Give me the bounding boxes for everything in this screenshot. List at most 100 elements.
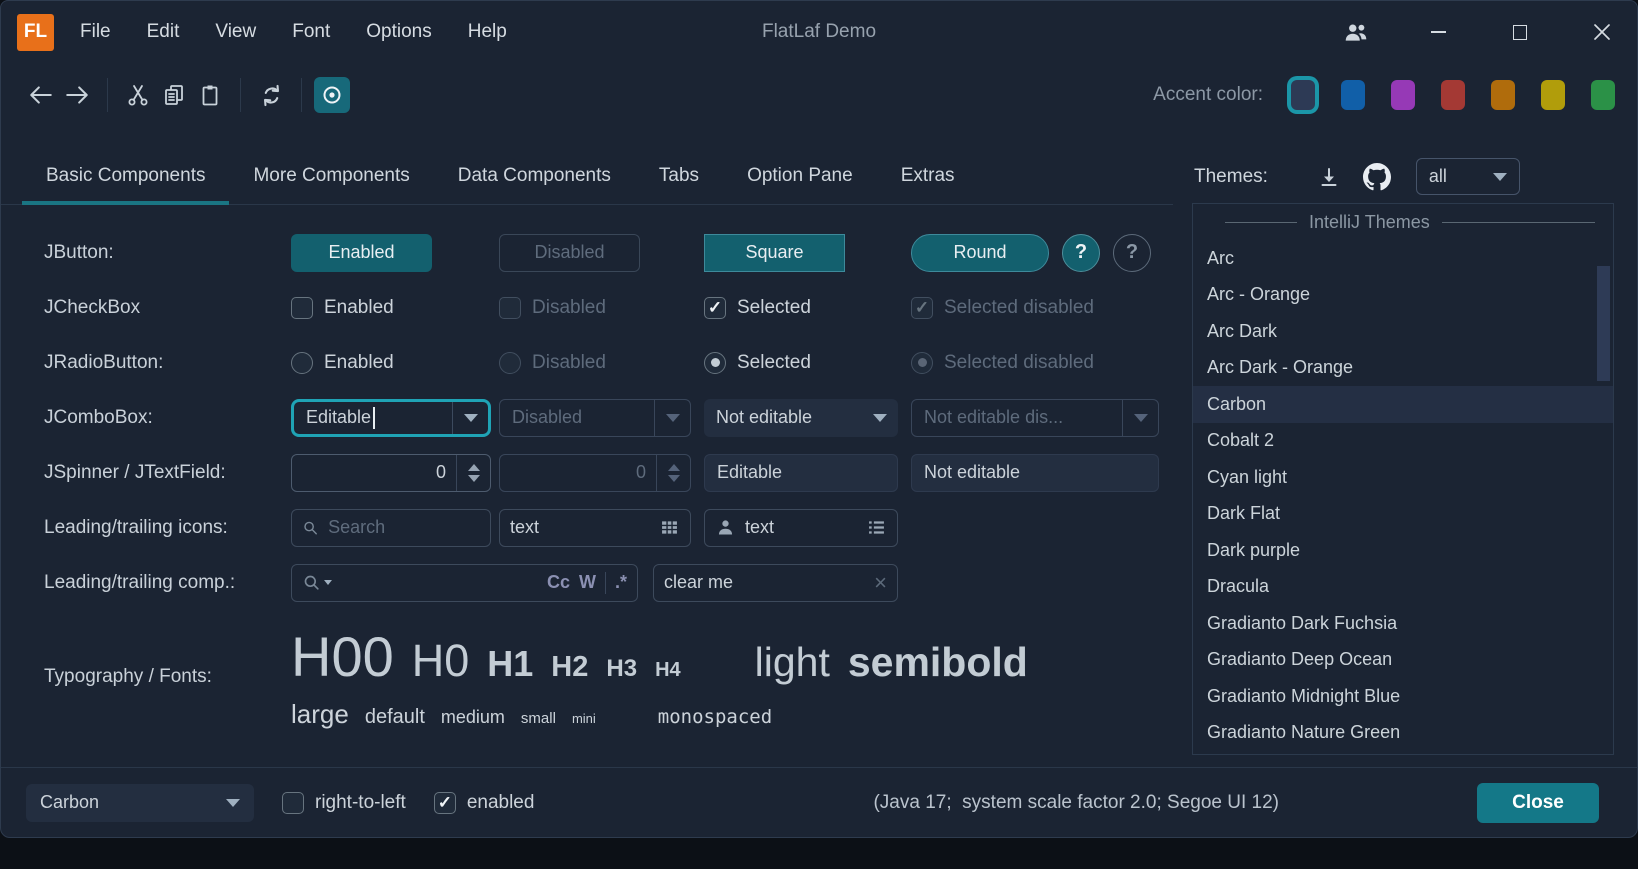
refresh-icon[interactable] [253,77,289,113]
spinner[interactable]: 0 [291,454,491,492]
tab-data-components[interactable]: Data Components [434,150,635,204]
tab-option-pane[interactable]: Option Pane [723,150,877,204]
radio-label: Disabled [532,352,606,374]
row-label: JButton: [44,242,291,264]
menu-file[interactable]: File [80,21,111,43]
accent-swatch-yellow[interactable] [1541,80,1565,110]
close-button[interactable]: Close [1477,783,1599,823]
menu-view[interactable]: View [215,21,256,43]
theme-item[interactable]: Gradianto Deep Ocean [1193,642,1613,679]
theme-item[interactable]: Dark Flat [1193,496,1613,533]
textfield-value: clear me [664,572,865,593]
text-field-person[interactable]: text [704,509,898,547]
search-with-options-field[interactable]: Cc W .* [291,564,638,602]
github-icon[interactable] [1362,162,1392,192]
not-editable-combobox[interactable]: Not editable [704,399,898,437]
search-dropdown-icon[interactable] [302,573,332,593]
theme-item[interactable]: Cyan light [1193,459,1613,496]
theme-item[interactable]: Dracula [1193,569,1613,606]
enabled-button[interactable]: Enabled [291,234,432,272]
maximize-button[interactable] [1507,19,1533,45]
h2-sample: H2 [551,651,588,684]
theme-item[interactable]: Cobalt 2 [1193,423,1613,460]
text-field-table[interactable]: text [499,509,691,547]
combo-arrow-button[interactable] [452,402,488,434]
radio-selected[interactable]: Selected [704,352,911,374]
regex-button[interactable]: .* [615,572,627,593]
close-window-button[interactable] [1589,19,1615,45]
checkbox-label: Selected [737,297,811,319]
accent-swatch-green[interactable] [1591,80,1615,110]
accent-swatch-red[interactable] [1441,80,1465,110]
enabled-checkbox[interactable]: ✓ enabled [434,792,535,814]
tab-tabs[interactable]: Tabs [635,150,723,204]
accent-swatch-purple[interactable] [1391,80,1415,110]
clearable-field[interactable]: clear me × [653,564,898,602]
theme-item-selected[interactable]: Carbon [1193,386,1613,423]
theme-selector-combo[interactable]: Carbon [26,784,254,822]
theme-item[interactable]: Arc Dark [1193,313,1613,350]
chevron-down-icon [1134,414,1148,422]
row-label: Leading/trailing icons: [44,517,291,539]
spinner-value: 0 [292,462,456,483]
spinner-stepper[interactable] [456,455,490,491]
users-icon[interactable] [1343,19,1369,45]
menu-font[interactable]: Font [292,21,330,43]
clear-icon[interactable]: × [874,572,887,594]
rtl-checkbox[interactable]: right-to-left [282,792,406,814]
theme-item[interactable]: Gradianto Dark Fuchsia [1193,605,1613,642]
accent-swatch-blue[interactable] [1341,80,1365,110]
tab-bar: Basic Components More Components Data Co… [1,127,1637,205]
chevron-up-icon [468,464,480,471]
themes-filter-combo[interactable]: all [1416,158,1520,195]
accent-swatch-orange[interactable] [1491,80,1515,110]
square-button[interactable]: Square [704,234,845,272]
help-button[interactable]: ? [1113,234,1151,272]
text-caret [373,407,375,429]
tab-extras[interactable]: Extras [877,150,979,204]
minimize-button[interactable] [1425,19,1451,45]
checkbox-enabled[interactable]: Enabled [291,297,499,319]
chevron-down-icon [668,475,680,482]
round-button[interactable]: Round [911,234,1049,272]
not-editable-disabled-combobox: Not editable dis... [911,399,1159,437]
menu-options[interactable]: Options [366,21,431,43]
row-label: Typography / Fonts: [44,666,291,688]
themes-header: Themes: all [1173,158,1637,205]
search-input[interactable] [328,517,480,538]
list-icon[interactable] [866,517,887,538]
menu-edit[interactable]: Edit [147,21,180,43]
theme-item[interactable]: Arc Dark - Orange [1193,350,1613,387]
title-bar: FL File Edit View Font Options Help Flat… [1,1,1637,63]
tab-more-components[interactable]: More Components [229,150,433,204]
theme-item[interactable]: Arc [1193,240,1613,277]
accent-swatch-default[interactable] [1291,80,1315,110]
tab-basic-components[interactable]: Basic Components [22,150,229,204]
copy-icon[interactable] [156,77,192,113]
help-button-primary[interactable]: ? [1062,234,1100,272]
download-icon[interactable] [1314,162,1344,192]
radio-disabled: Disabled [499,352,704,374]
radio-enabled[interactable]: Enabled [291,352,499,374]
theme-item[interactable]: Arc - Orange [1193,277,1613,314]
checkbox-selected[interactable]: ✓ Selected [704,297,911,319]
show-hover-toggle[interactable] [314,77,350,113]
theme-item[interactable]: Dark purple [1193,532,1613,569]
paste-icon[interactable] [192,77,228,113]
scrollbar-thumb[interactable] [1597,266,1610,381]
combo-arrow-button[interactable] [862,399,898,437]
theme-item[interactable]: Gradianto Midnight Blue [1193,678,1613,715]
search-field[interactable] [291,509,491,547]
whole-word-button[interactable]: W [579,572,596,593]
editable-textfield[interactable]: Editable [704,454,898,492]
editable-combobox[interactable]: Editable [291,399,491,437]
medium-sample: medium [441,707,505,728]
forward-button[interactable] [59,77,95,113]
textfield-value: text [510,517,650,538]
back-button[interactable] [23,77,59,113]
theme-item[interactable]: Gradianto Nature Green [1193,715,1613,752]
table-icon[interactable] [659,517,680,538]
match-case-button[interactable]: Cc [547,572,570,593]
cut-icon[interactable] [120,77,156,113]
menu-help[interactable]: Help [468,21,507,43]
